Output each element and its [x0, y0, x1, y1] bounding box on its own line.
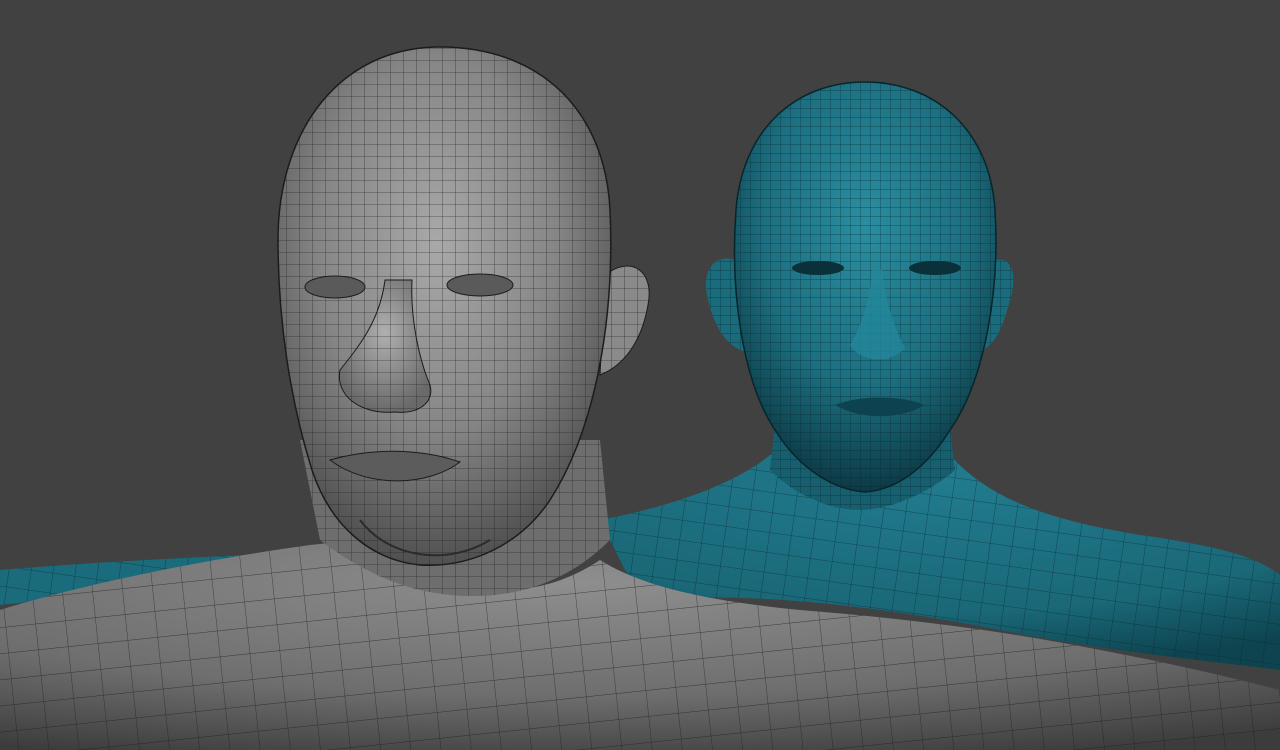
grey-right-eye	[446, 273, 514, 297]
3d-viewport[interactable]	[0, 0, 1280, 750]
grey-left-eye	[304, 275, 366, 299]
teal-left-eye	[792, 261, 844, 275]
teal-right-eye	[909, 261, 961, 275]
viewport-canvas[interactable]	[0, 0, 1280, 750]
